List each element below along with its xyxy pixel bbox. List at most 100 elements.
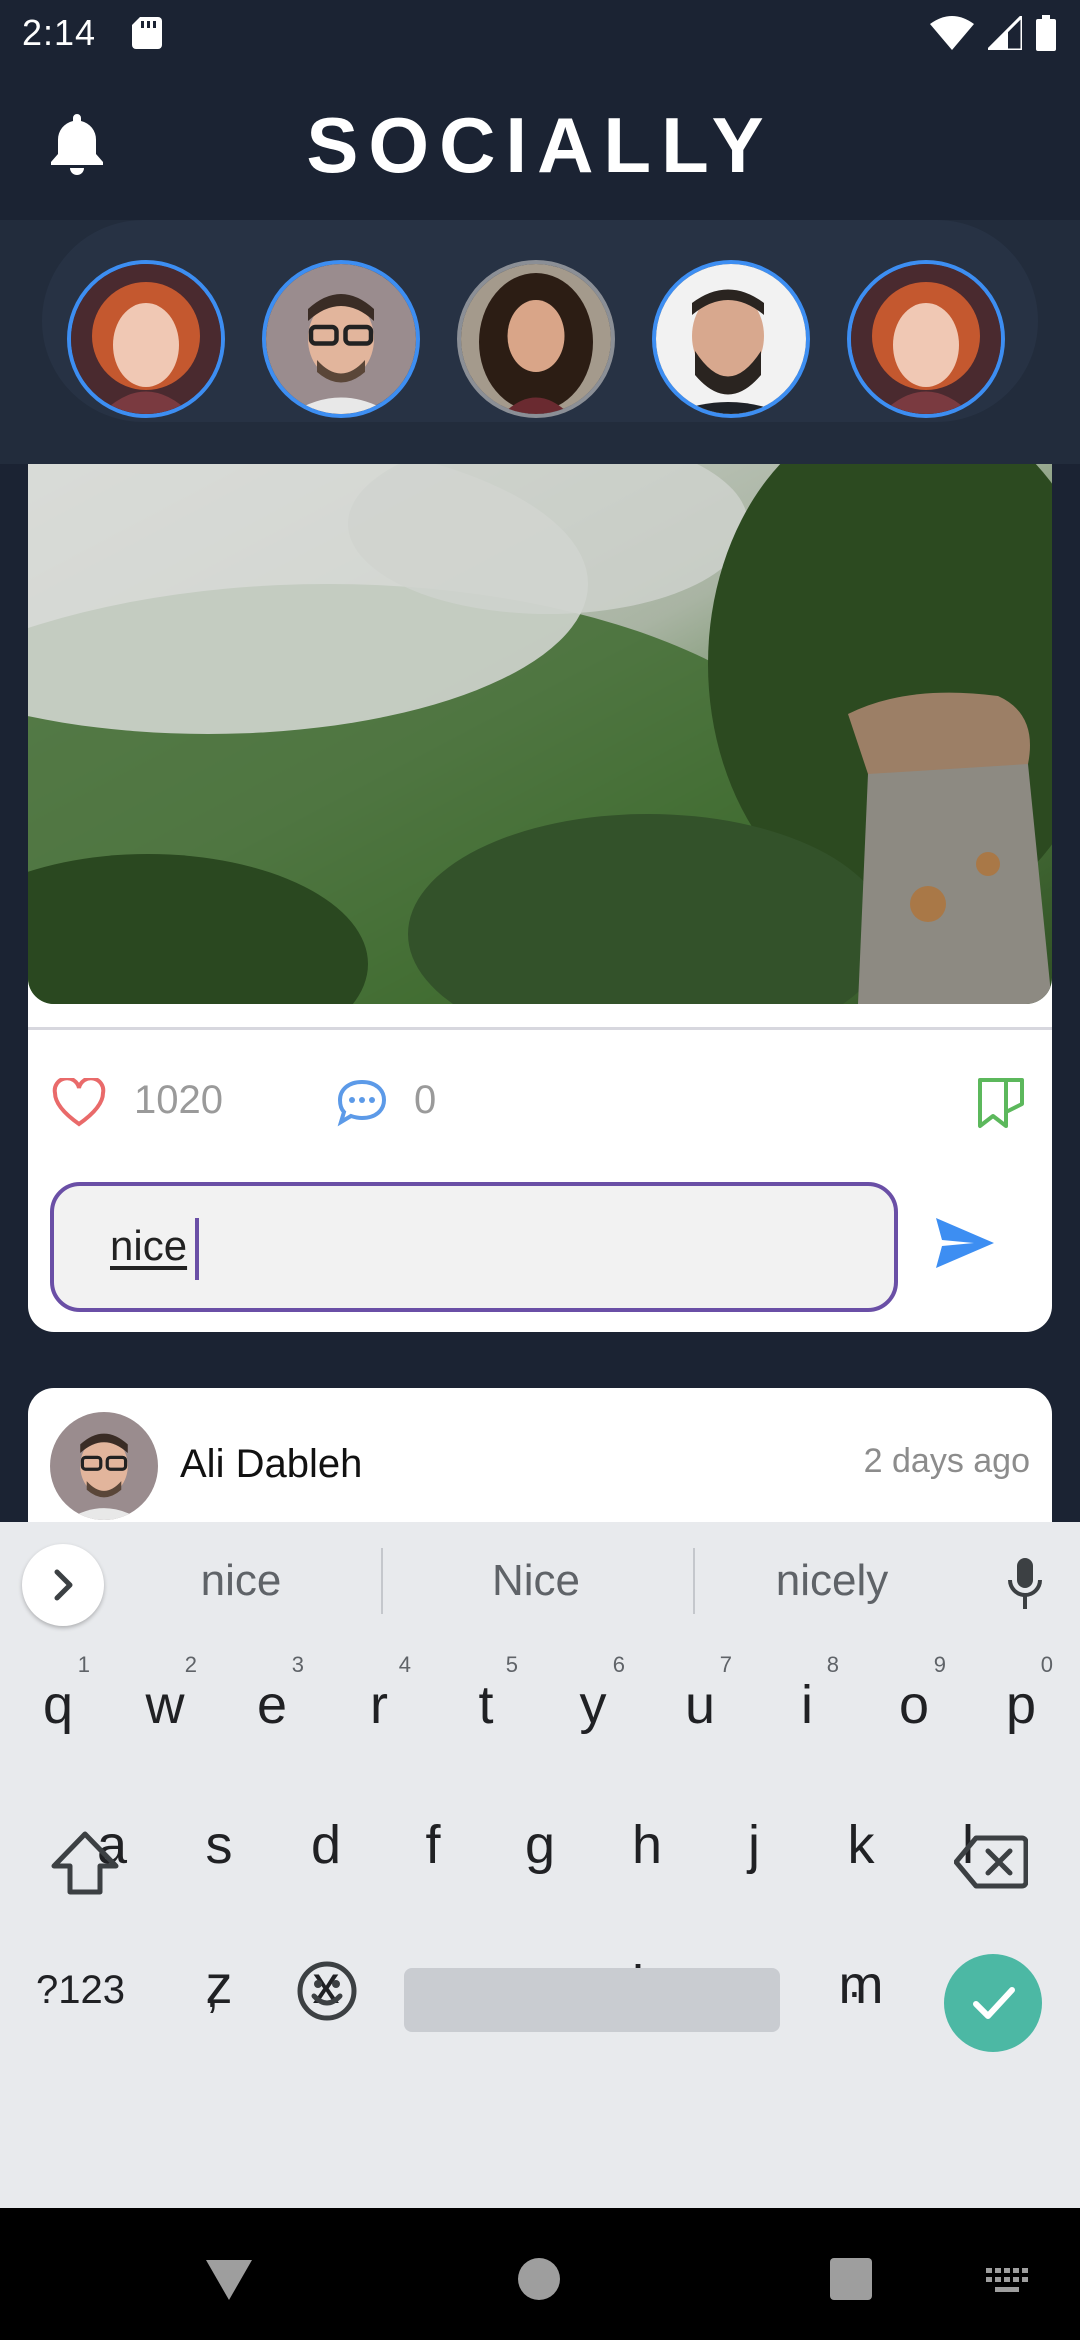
divider (381, 1548, 383, 1614)
story-avatar-1[interactable] (67, 260, 225, 418)
divider (693, 1548, 695, 1614)
back-icon[interactable] (204, 2256, 254, 2302)
divider (28, 1027, 1052, 1030)
system-nav-bar (0, 2208, 1080, 2340)
key-p[interactable]: p0 (971, 1652, 1071, 1736)
key-z[interactable]: z (169, 1954, 269, 2016)
signal-icon (988, 16, 1022, 50)
avatar-image (266, 264, 416, 414)
keys-area: q1w2e3r4t5y6u7i8o9p0 asdfghjkl zxcvbnm ?… (0, 1642, 1080, 2208)
forest-photo (28, 464, 1052, 1004)
suggestion-1[interactable]: nice (116, 1556, 366, 1606)
comment-icon[interactable] (336, 1078, 388, 1128)
avatar-image (461, 264, 611, 414)
key-i[interactable]: i8 (757, 1652, 857, 1736)
emoji-icon[interactable] (296, 1960, 358, 2022)
keyboard-switch-icon[interactable] (984, 2266, 1030, 2296)
key-k[interactable]: k (811, 1814, 911, 1876)
key-o[interactable]: o9 (864, 1652, 964, 1736)
battery-icon (1036, 15, 1056, 51)
key-label: q (42, 1675, 74, 1735)
comment-input[interactable]: nice (50, 1182, 898, 1312)
key-hint: 7 (719, 1652, 732, 1677)
comment-input-text: nice (110, 1222, 188, 1269)
wifi-icon (930, 16, 974, 50)
avatar-image (71, 264, 221, 414)
avatar-image (851, 264, 1001, 414)
story-avatar-4[interactable] (652, 260, 810, 418)
key-j[interactable]: j (704, 1814, 804, 1876)
text-cursor (195, 1218, 199, 1280)
soft-keyboard: nice Nice nicely q1w2e3r4t5y6u7i8o9p0 as… (0, 1522, 1080, 2208)
chevron-right-icon (54, 1569, 73, 1601)
comma-key[interactable]: , (206, 1964, 219, 2018)
suggestion-bar: nice Nice nicely (0, 1522, 1080, 1642)
avatar-image (50, 1412, 158, 1520)
key-s[interactable]: s (169, 1814, 269, 1876)
sd-card-icon (132, 17, 162, 49)
story-avatar-5[interactable] (847, 260, 1005, 418)
heart-icon[interactable] (52, 1078, 106, 1128)
key-label: o (898, 1675, 930, 1735)
key-hint: 3 (291, 1652, 304, 1677)
status-bar: 2:14 (0, 0, 1080, 66)
key-label: t (478, 1675, 494, 1735)
home-button[interactable] (518, 2258, 560, 2300)
key-y[interactable]: y6 (543, 1652, 643, 1736)
microphone-icon[interactable] (1006, 1556, 1044, 1612)
app-title: SOCIALLY (306, 101, 774, 189)
story-avatar-2[interactable] (262, 260, 420, 418)
suggestion-3[interactable]: nicely (707, 1556, 957, 1606)
likes-count: 1020 (134, 1078, 223, 1122)
story-avatar-3[interactable] (457, 260, 615, 418)
key-hint: 6 (612, 1652, 625, 1677)
checkmark-icon (973, 1987, 1015, 2019)
key-label: e (256, 1675, 288, 1735)
send-icon[interactable] (934, 1216, 996, 1270)
key-label: u (684, 1675, 716, 1735)
key-r[interactable]: r4 (329, 1652, 429, 1736)
key-m[interactable]: m (811, 1954, 911, 2016)
key-hint: 8 (826, 1652, 839, 1677)
space-key[interactable] (404, 1968, 780, 2032)
key-label: i (801, 1675, 813, 1735)
bookmark-icon[interactable] (976, 1076, 1026, 1130)
key-f[interactable]: f (383, 1814, 483, 1876)
post-image[interactable] (28, 464, 1052, 1004)
expand-toolbar-button[interactable] (22, 1544, 104, 1626)
key-d[interactable]: d (276, 1814, 376, 1876)
author-name[interactable]: Ali Dableh (180, 1442, 362, 1487)
key-h[interactable]: h (597, 1814, 697, 1876)
key-u[interactable]: u7 (650, 1652, 750, 1736)
backspace-icon[interactable] (954, 1834, 1028, 1890)
comments-count: 0 (414, 1078, 437, 1122)
key-hint: 4 (398, 1652, 411, 1677)
key-hint: 2 (184, 1652, 197, 1677)
key-g[interactable]: g (490, 1814, 590, 1876)
post-time: 2 days ago (863, 1442, 1030, 1480)
key-label: p (1005, 1675, 1037, 1735)
symbols-key[interactable]: ?123 (36, 1968, 125, 2013)
avatar-image (656, 264, 806, 414)
key-label: w (145, 1675, 185, 1735)
key-t[interactable]: t5 (436, 1652, 536, 1736)
key-hint: 9 (933, 1652, 946, 1677)
author-avatar[interactable] (50, 1412, 158, 1520)
shift-icon[interactable] (50, 1830, 120, 1896)
recents-button[interactable] (830, 2258, 872, 2300)
key-hint: 0 (1040, 1652, 1053, 1677)
key-hint: 1 (77, 1652, 90, 1677)
suggestion-2[interactable]: Nice (411, 1556, 661, 1606)
status-icons (930, 14, 1056, 52)
status-time: 2:14 (22, 12, 97, 53)
period-key[interactable]: . (848, 1954, 861, 2008)
key-label: r (370, 1675, 388, 1735)
key-hint: 5 (505, 1652, 518, 1677)
enter-key[interactable] (944, 1954, 1042, 2052)
key-e[interactable]: e3 (222, 1652, 322, 1736)
key-q[interactable]: q1 (8, 1652, 108, 1736)
key-w[interactable]: w2 (115, 1652, 215, 1736)
key-label: y (579, 1675, 607, 1735)
app-header: SOCIALLY (0, 66, 1080, 220)
post-card: 1020 0 nice (28, 464, 1052, 1332)
